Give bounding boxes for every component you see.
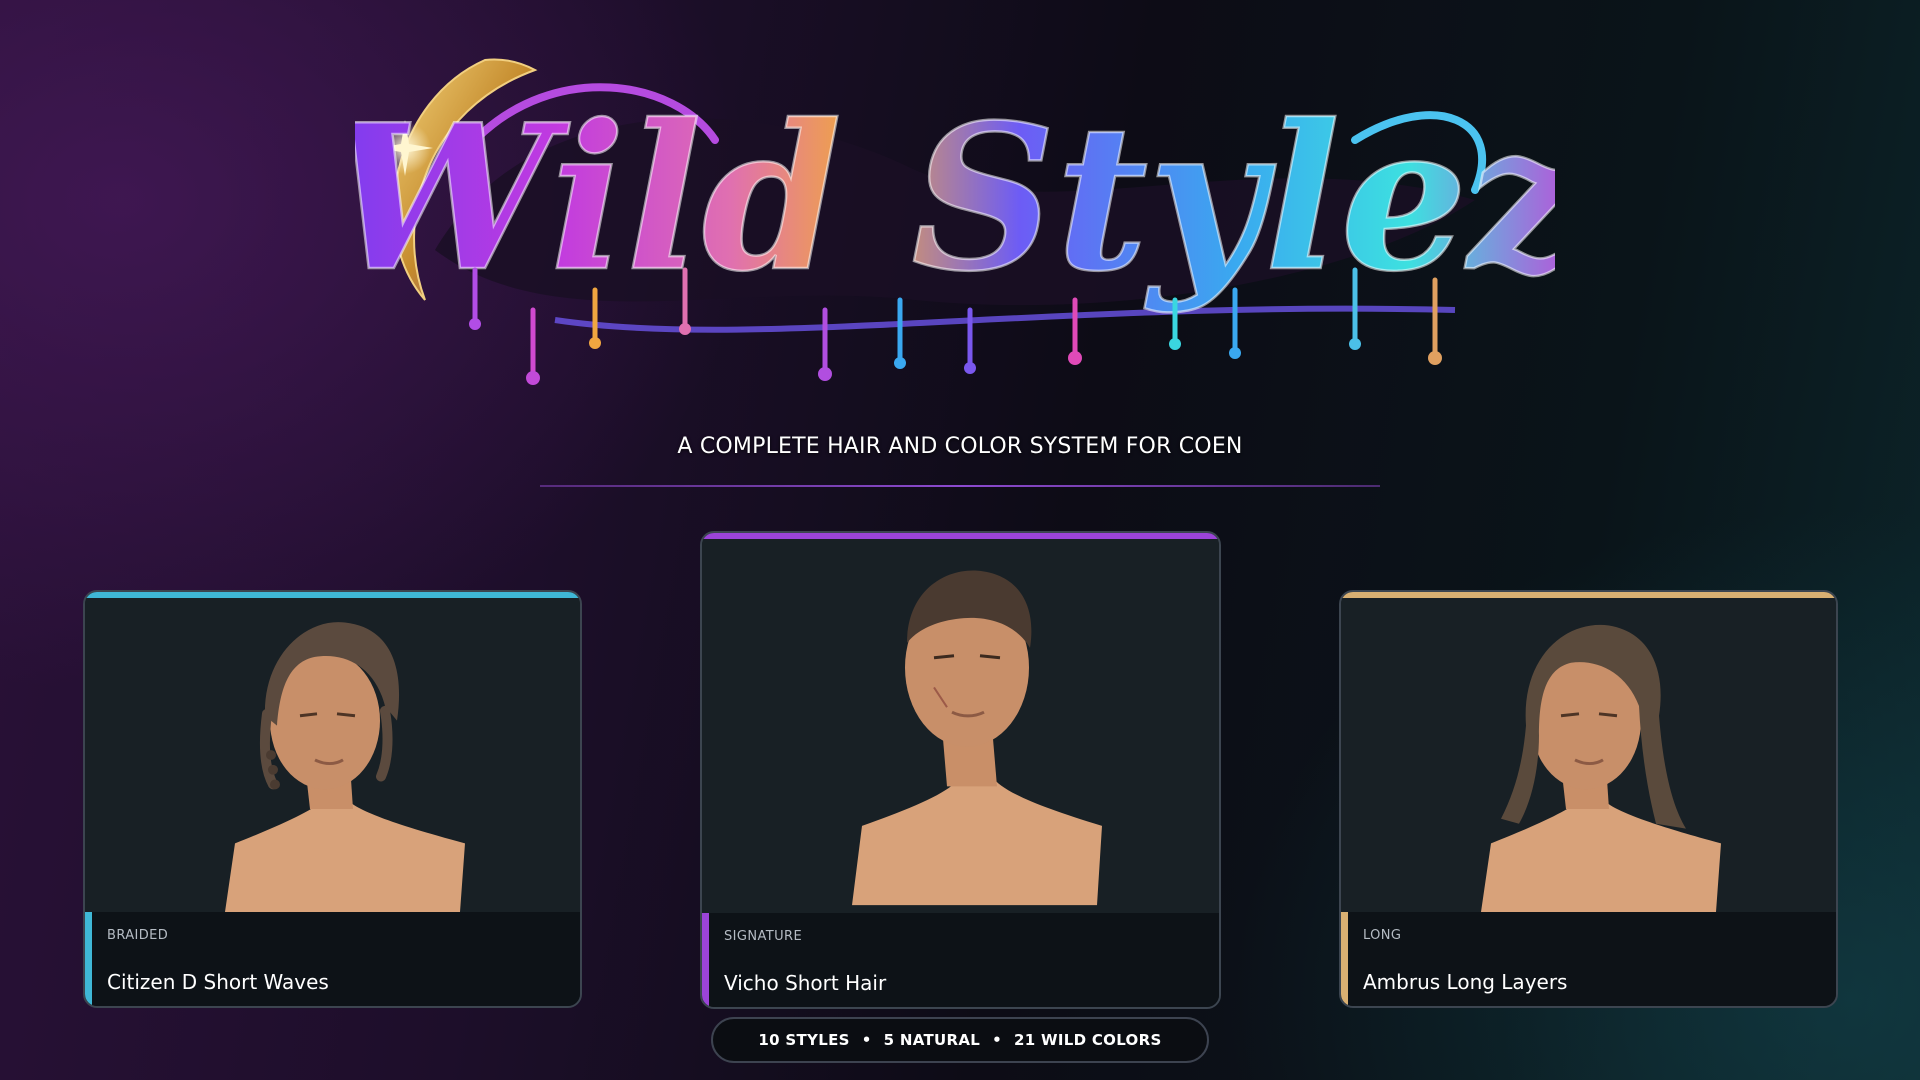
card-category-tag: BRAIDED: [107, 928, 169, 943]
wild-stylez-logo: Wild Stylez: [355, 20, 1555, 430]
header-divider: [540, 485, 1380, 487]
card-info-panel: LONG Ambrus Long Layers: [1341, 912, 1836, 1006]
hairstyle-card-ambrus[interactable]: LONG Ambrus Long Layers: [1339, 590, 1838, 1008]
hairstyle-preview: [85, 598, 580, 912]
stat-natural: 5 NATURAL: [883, 1031, 981, 1049]
card-info-panel: SIGNATURE Vicho Short Hair: [702, 913, 1219, 1007]
card-info-panel: BRAIDED Citizen D Short Waves: [85, 912, 580, 1006]
hairstyle-card-citizen-d[interactable]: BRAIDED Citizen D Short Waves: [83, 590, 582, 1008]
card-accent-stripe: [1341, 912, 1348, 1006]
card-accent-stripe: [702, 913, 709, 1007]
logo-text: Wild Stylez: [355, 81, 1555, 316]
card-title: Citizen D Short Waves: [107, 970, 329, 994]
stat-separator: •: [861, 1031, 872, 1049]
stat-wild-colors: 21 WILD COLORS: [1014, 1031, 1162, 1049]
hairstyle-preview: [702, 539, 1219, 913]
stats-pill: 10 STYLES • 5 NATURAL • 21 WILD COLORS: [711, 1017, 1209, 1063]
hairstyle-preview: [1341, 598, 1836, 912]
card-category-tag: SIGNATURE: [724, 929, 803, 944]
card-category-tag: LONG: [1363, 928, 1402, 943]
hairstyle-card-vicho[interactable]: SIGNATURE Vicho Short Hair: [700, 531, 1221, 1009]
card-title: Ambrus Long Layers: [1363, 970, 1568, 994]
card-accent-stripe: [85, 912, 92, 1006]
stat-separator: •: [992, 1031, 1003, 1049]
stat-styles: 10 STYLES: [758, 1031, 850, 1049]
tagline: A COMPLETE HAIR AND COLOR SYSTEM FOR COE…: [677, 434, 1243, 459]
card-title: Vicho Short Hair: [724, 971, 887, 995]
